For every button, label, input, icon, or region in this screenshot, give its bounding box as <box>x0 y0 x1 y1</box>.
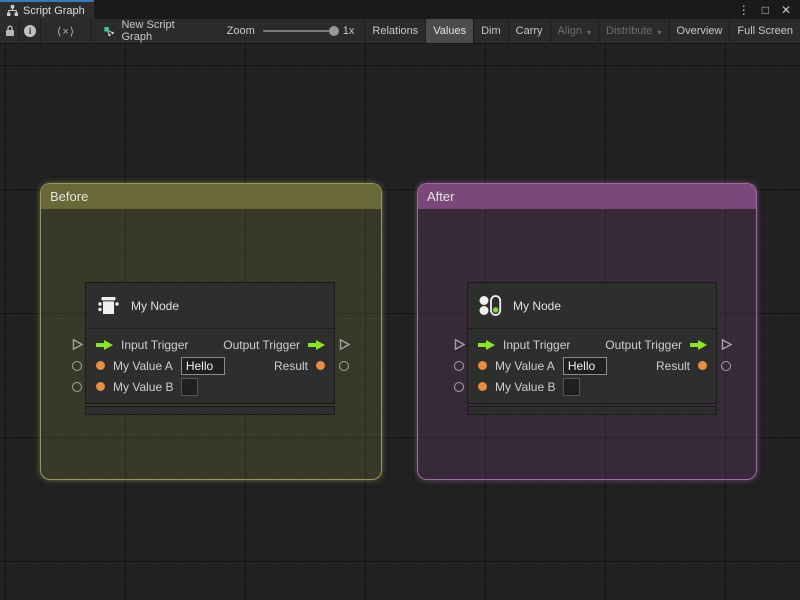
input-trigger-label: Input Trigger <box>503 337 571 352</box>
zoom-slider[interactable] <box>262 26 339 36</box>
window-controls: ⋮ □ ✕ <box>738 0 800 19</box>
values-label: Values <box>433 25 467 37</box>
lock-icon <box>5 25 14 36</box>
info-icon: i <box>24 25 37 37</box>
carry-label: Carry <box>515 25 543 37</box>
zoom-value: 1x <box>342 25 355 37</box>
close-icon[interactable]: ✕ <box>781 4 791 16</box>
graph-name-button[interactable]: New Script Graph <box>92 19 199 43</box>
external-value-b-port[interactable] <box>454 382 464 392</box>
group-after-title[interactable]: After <box>418 184 756 209</box>
zoom-control: Zoom 1x <box>199 19 365 43</box>
dim-label: Dim <box>481 25 501 37</box>
value-b-input[interactable] <box>181 377 199 396</box>
custom-unit-icon <box>479 295 502 316</box>
carry-button[interactable]: Carry <box>507 19 550 43</box>
align-dropdown[interactable]: Align ▾ <box>549 19 598 43</box>
flow-arrow-icon[interactable] <box>96 339 113 350</box>
external-value-b-port[interactable] <box>72 382 82 392</box>
graph-toolbar: i ⟨×⟩ New Script Graph Zoom 1x Relations… <box>0 19 800 44</box>
code-icon: ⟨×⟩ <box>57 25 76 38</box>
external-trigger-output-port[interactable] <box>338 338 351 356</box>
external-result-port[interactable] <box>721 361 731 371</box>
result-label: Result <box>655 358 690 373</box>
graph-canvas[interactable]: Before After My Node Input Trigger Outpu… <box>0 44 800 600</box>
value-a-row: My Value A Result <box>86 355 334 376</box>
node-before[interactable]: My Node Input Trigger Output Trigger My … <box>85 282 335 415</box>
new-graph-icon <box>104 26 114 36</box>
info-button[interactable]: i <box>20 19 42 43</box>
value-a-input[interactable] <box>562 356 607 375</box>
value-port-icon[interactable] <box>478 361 487 370</box>
external-trigger-input-port[interactable] <box>453 338 466 356</box>
zoom-label: Zoom <box>226 25 255 37</box>
trigger-row: Input Trigger Output Trigger <box>86 334 334 355</box>
align-label: Align <box>557 25 583 37</box>
value-a-label: My Value A <box>495 358 555 373</box>
full-screen-label: Full Screen <box>737 25 793 37</box>
tab-bar: Script Graph ⋮ □ ✕ <box>0 0 800 19</box>
value-port-icon[interactable] <box>698 361 707 370</box>
external-value-a-port[interactable] <box>454 361 464 371</box>
tab-script-graph[interactable]: Script Graph <box>0 0 94 19</box>
value-a-label: My Value A <box>113 358 173 373</box>
value-b-row: My Value B <box>468 376 716 397</box>
dim-button[interactable]: Dim <box>473 19 508 43</box>
lock-button[interactable] <box>0 19 21 43</box>
node-footer <box>85 406 335 415</box>
window-menu-icon[interactable]: ⋮ <box>738 4 750 16</box>
zoom-slider-thumb[interactable] <box>328 26 339 36</box>
relations-button[interactable]: Relations <box>364 19 425 43</box>
graph-hierarchy-icon <box>7 5 18 16</box>
input-trigger-label: Input Trigger <box>121 337 189 352</box>
result-label: Result <box>273 358 308 373</box>
value-port-icon[interactable] <box>478 382 487 391</box>
code-preview-button[interactable]: ⟨×⟩ <box>41 19 92 43</box>
value-b-input[interactable] <box>563 377 581 396</box>
flow-arrow-icon[interactable] <box>308 339 325 350</box>
value-b-label: My Value B <box>113 379 174 394</box>
node-header[interactable]: My Node <box>86 283 334 329</box>
chevron-down-icon: ▾ <box>587 27 592 37</box>
value-port-icon[interactable] <box>96 382 105 391</box>
flow-arrow-icon[interactable] <box>478 339 495 350</box>
node-header[interactable]: My Node <box>468 283 716 329</box>
output-trigger-label: Output Trigger <box>605 337 682 352</box>
external-result-port[interactable] <box>339 361 349 371</box>
chevron-down-icon: ▾ <box>657 27 662 37</box>
trigger-row: Input Trigger Output Trigger <box>468 334 716 355</box>
node-footer <box>467 406 717 415</box>
value-a-row: My Value A Result <box>468 355 716 376</box>
script-graph-window: Script Graph ⋮ □ ✕ i ⟨×⟩ New Script Grap… <box>0 0 800 600</box>
value-b-row: My Value B <box>86 376 334 397</box>
value-b-label: My Value B <box>495 379 556 394</box>
flow-arrow-icon[interactable] <box>690 339 707 350</box>
external-trigger-output-port[interactable] <box>720 338 733 356</box>
values-button[interactable]: Values <box>425 19 474 43</box>
node-title: My Node <box>131 298 180 313</box>
node-wrap-before: My Node Input Trigger Output Trigger My … <box>63 282 357 417</box>
value-port-icon[interactable] <box>96 361 105 370</box>
output-trigger-label: Output Trigger <box>223 337 300 352</box>
node-wrap-after: My Node Input Trigger Output Trigger My … <box>445 282 739 417</box>
value-a-input[interactable] <box>180 356 225 375</box>
node-after[interactable]: My Node Input Trigger Output Trigger My … <box>467 282 717 415</box>
maximize-icon[interactable]: □ <box>762 4 769 16</box>
value-port-icon[interactable] <box>316 361 325 370</box>
tab-title: Script Graph <box>23 4 85 17</box>
node-title: My Node <box>513 298 562 313</box>
relations-label: Relations <box>372 25 419 37</box>
graph-name-label: New Script Graph <box>121 19 175 43</box>
group-before-title[interactable]: Before <box>41 184 381 209</box>
overview-button[interactable]: Overview <box>668 19 730 43</box>
full-screen-button[interactable]: Full Screen <box>729 19 800 43</box>
overview-label: Overview <box>676 25 723 37</box>
external-trigger-input-port[interactable] <box>71 338 84 356</box>
default-unit-icon <box>98 297 119 314</box>
distribute-label: Distribute <box>606 25 653 37</box>
external-value-a-port[interactable] <box>72 361 82 371</box>
distribute-dropdown[interactable]: Distribute ▾ <box>598 19 668 43</box>
